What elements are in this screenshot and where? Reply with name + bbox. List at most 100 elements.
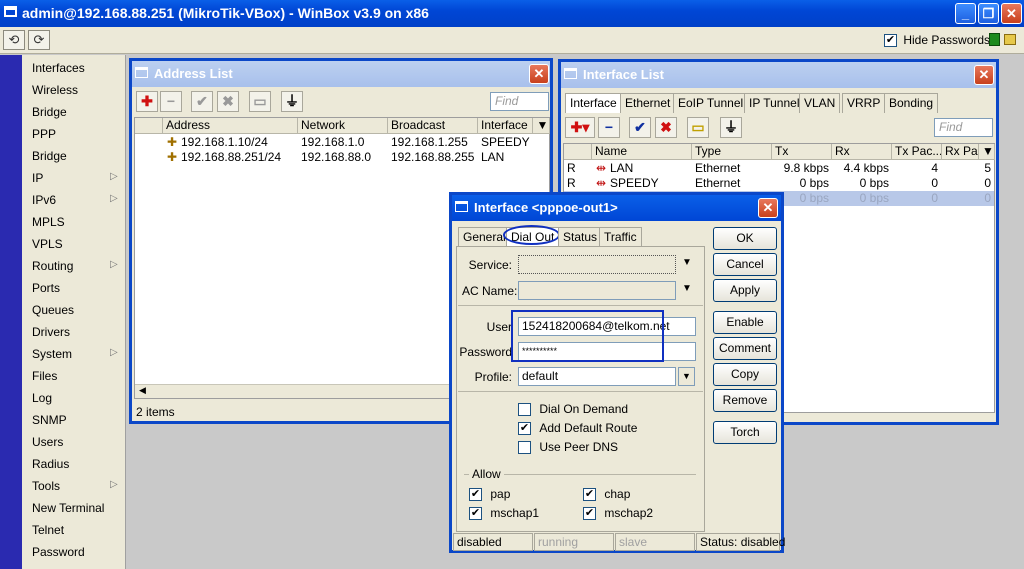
profile-dropdown-icon[interactable]: ▼ [678,367,695,386]
cancel-button[interactable]: Cancel [713,253,777,276]
sidebar-item-telnet[interactable]: Telnet [32,519,64,541]
col-rx[interactable]: Rx [832,144,892,160]
table-cell[interactable]: 192.168.88.251/24 [181,150,281,165]
torch-button[interactable]: Torch [713,421,777,444]
add-dropdown-button[interactable]: ✚▾ [565,117,595,138]
sidebar-item-interfaces[interactable]: Interfaces [32,57,85,79]
remove-button[interactable]: − [160,91,182,112]
scroll-left-icon[interactable]: ◀ [139,385,146,396]
sidebar-item-drivers[interactable]: Drivers [32,321,70,343]
sidebar-item-queues[interactable]: Queues [32,299,74,321]
pap-checkbox[interactable]: ✔ [469,488,482,502]
add-default-route-checkbox[interactable]: ✔ [518,422,531,436]
mschap2-checkbox[interactable]: ✔ [583,507,596,521]
sidebar-item-ports[interactable]: Ports [32,277,60,299]
service-select[interactable] [518,255,676,274]
table-cell[interactable]: R [567,161,587,176]
redo-button[interactable]: ⟳ [28,30,50,50]
table-cell[interactable]: R [567,176,587,191]
allow-chap-option[interactable]: ✔ chap [583,487,630,502]
remove-button[interactable]: − [598,117,620,138]
table-cell[interactable]: 192.168.1.0 [301,135,364,150]
table-cell[interactable]: Ethernet [695,176,770,191]
profile-select[interactable]: default [518,367,676,386]
close-button[interactable]: ✕ [1001,3,1022,24]
ac-name-select[interactable] [518,281,676,300]
table-cell[interactable]: LAN [610,161,690,176]
ok-button[interactable]: OK [713,227,777,250]
tab-vlan[interactable]: VLAN [799,93,841,113]
table-cell[interactable]: 192.168.1.255 [391,135,468,150]
table-cell[interactable]: 0 bps [772,176,829,191]
sidebar-item-snmp[interactable]: SNMP [32,409,67,431]
table-cell[interactable]: 0 [892,191,938,206]
col-tx[interactable]: Tx [772,144,832,160]
table-cell[interactable]: 4.4 kbps [832,161,889,176]
sidebar-item-ip[interactable]: IP [32,167,43,189]
chevron-down-icon[interactable]: ▼ [682,283,692,294]
enable-button[interactable]: Enable [713,311,777,334]
add-default-route-option[interactable]: ✔ Add Default Route [518,421,637,436]
allow-pap-option[interactable]: ✔ pap [469,487,510,502]
comment-button[interactable]: ▭ [687,117,709,138]
col-address[interactable]: Address [163,118,298,134]
sidebar-item-bridge[interactable]: Bridge [32,101,67,123]
table-cell[interactable]: Ethernet [695,161,770,176]
table-cell[interactable]: 192.168.88.255 [391,150,474,165]
tab-bonding[interactable]: Bonding [884,93,939,113]
sidebar-item-password[interactable]: Password [32,541,85,563]
undo-button[interactable]: ⟲ [3,30,25,50]
col-interface[interactable]: Interface [478,118,533,134]
table-cell[interactable]: 0 [892,176,938,191]
use-peer-dns-checkbox[interactable] [518,441,531,455]
hide-passwords-checkbox[interactable]: ✔ [884,34,897,48]
table-cell[interactable]: 0 [942,191,991,206]
sidebar-item-ipv6[interactable]: IPv6 [32,189,56,211]
filter-button[interactable]: ⏚ [281,91,303,112]
col-rx-packets[interactable]: Rx Pac [942,144,979,160]
col-broadcast[interactable]: Broadcast [388,118,478,134]
col-tx-packets[interactable]: Tx Pac... [892,144,942,160]
table-cell[interactable]: 9.8 kbps [772,161,829,176]
chap-checkbox[interactable]: ✔ [583,488,596,502]
allow-mschap2-option[interactable]: ✔ mschap2 [583,506,653,521]
dialog-close-button[interactable]: ✕ [758,198,778,218]
add-button[interactable]: ✚ [136,91,158,112]
sidebar-item-files[interactable]: Files [32,365,57,387]
enable-button[interactable]: ✔ [191,91,213,112]
sidebar-item-routing[interactable]: Routing [32,255,73,277]
table-cell[interactable]: 192.168.1.10/24 [181,135,268,150]
comment-button[interactable]: Comment [713,337,777,360]
column-menu-icon[interactable]: ▼ [533,118,550,134]
table-cell[interactable]: 4 [892,161,938,176]
col-name[interactable]: Name [592,144,692,160]
address-find-input[interactable]: Find [490,92,549,111]
dial-on-demand-checkbox[interactable] [518,403,531,417]
copy-button[interactable]: Copy [713,363,777,386]
sidebar-item-wireless[interactable]: Wireless [32,79,78,101]
col-type[interactable]: Type [692,144,772,160]
tab-ethernet[interactable]: Ethernet [620,93,676,113]
apply-button[interactable]: Apply [713,279,777,302]
hide-passwords-toggle[interactable]: ✔ Hide Passwords [884,33,990,48]
table-cell[interactable]: 0 [942,176,991,191]
table-cell[interactable]: SPEEDY [481,135,530,150]
table-cell[interactable]: 5 [942,161,991,176]
comment-button[interactable]: ▭ [249,91,271,112]
use-peer-dns-option[interactable]: Use Peer DNS [518,440,618,455]
tab-traffic[interactable]: Traffic [599,227,642,247]
interface-find-input[interactable]: Find [934,118,993,137]
table-cell[interactable]: LAN [481,150,504,165]
table-cell[interactable]: 0 bps [832,176,889,191]
mschap1-checkbox[interactable]: ✔ [469,507,482,521]
sidebar-item-ppp[interactable]: PPP [32,123,56,145]
sidebar-item-radius[interactable]: Radius [32,453,69,475]
restore-button[interactable]: ❐ [978,3,999,24]
sidebar-item-bridge[interactable]: Bridge [32,145,67,167]
minimize-button[interactable]: _ [955,3,976,24]
tab-status[interactable]: Status [558,227,603,247]
remove-button[interactable]: Remove [713,389,777,412]
col-network[interactable]: Network [298,118,388,134]
address-list-close-button[interactable]: ✕ [529,64,549,84]
table-cell[interactable]: SPEEDY [610,176,690,191]
